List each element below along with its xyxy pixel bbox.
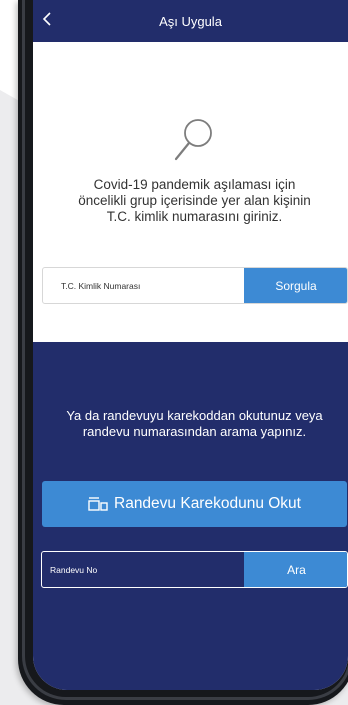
appointment-input-group: Ara: [41, 551, 348, 588]
query-description: Covid-19 pandemik aşılaması için öncelik…: [43, 177, 346, 225]
description-line: randevu numarasından arama yapınız.: [82, 424, 307, 439]
tc-query-section: Covid-19 pandemik aşılaması için öncelik…: [33, 42, 348, 342]
scan-qr-button[interactable]: Randevu Karekodunu Okut: [42, 481, 347, 527]
tc-input-group: Sorgula: [42, 267, 348, 304]
query-button[interactable]: Sorgula: [244, 268, 347, 303]
description-line: T.C. kimlik numarasını giriniz.: [106, 209, 283, 224]
description-line: Ya da randevuyu karekoddan okutunuz veya: [66, 408, 323, 423]
qr-scan-icon: [88, 497, 108, 511]
tc-number-input[interactable]: [43, 268, 243, 303]
search-icon: [174, 119, 212, 161]
app-screen: Aşı Uygula Covid-19 pandemik aşılaması i…: [33, 0, 348, 690]
page-title: Aşı Uygula: [159, 14, 222, 29]
description-line: Covid-19 pandemik aşılaması için: [93, 177, 296, 192]
appointment-description: Ya da randevuyu karekoddan okutunuz veya…: [43, 408, 346, 440]
scan-qr-label: Randevu Karekodunu Okut: [114, 495, 301, 512]
search-button[interactable]: Ara: [244, 552, 347, 587]
navigation-bar: Aşı Uygula: [33, 0, 348, 42]
appointment-section: Ya da randevuyu karekoddan okutunuz veya…: [33, 342, 348, 690]
description-line: öncelikli grup içerisinde yer alan kişin…: [78, 193, 311, 208]
appointment-number-input[interactable]: [42, 552, 243, 587]
